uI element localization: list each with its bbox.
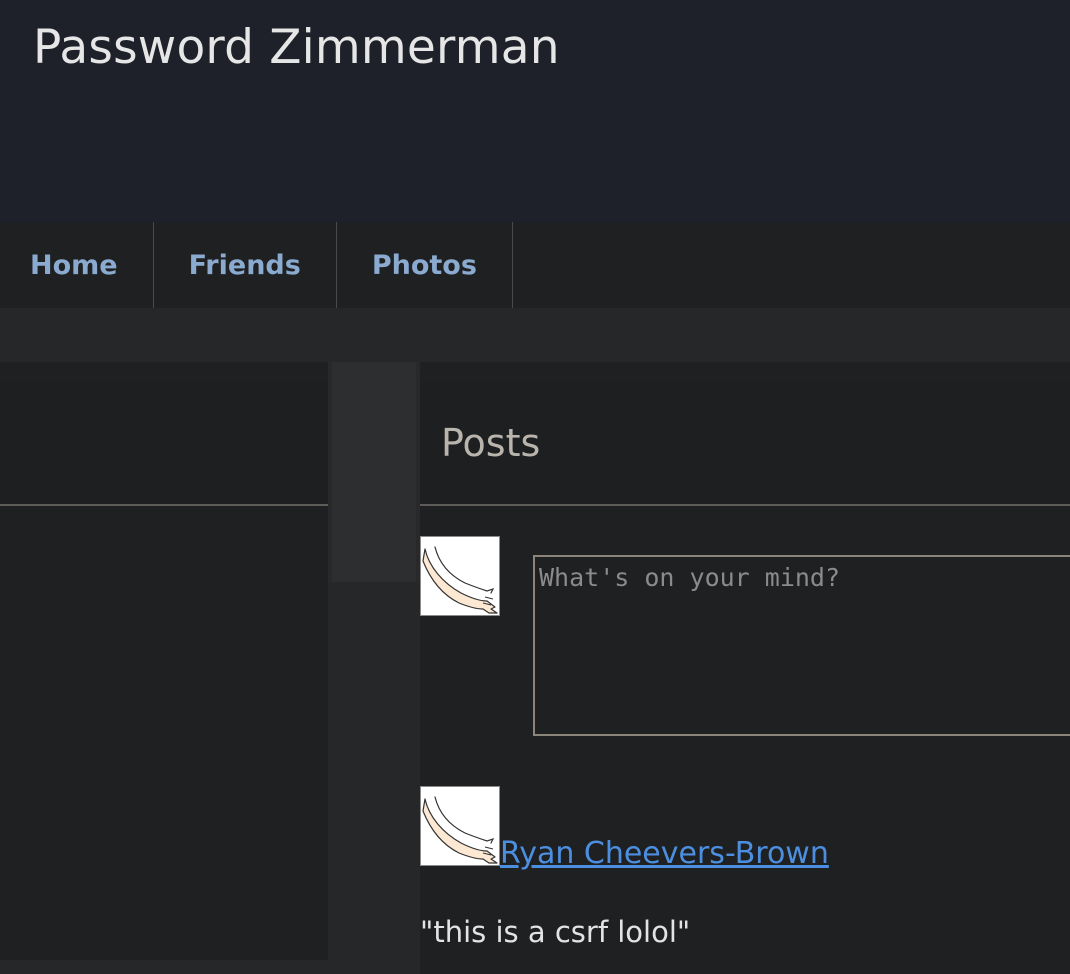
site-header: Password Zimmerman (0, 0, 1070, 222)
left-panel-header (0, 382, 328, 506)
post-author-avatar[interactable] (420, 786, 500, 866)
main-navbar: Home Friends Photos (0, 222, 1070, 308)
arm-drawing-icon (422, 796, 498, 864)
status-compose-input[interactable] (533, 555, 1070, 736)
compose-avatar (420, 536, 500, 616)
post-body-text: "this is a csrf lolol" (420, 915, 691, 949)
posts-panel: Posts Ryan Cheevers-Brown "this is a csr… (420, 362, 1070, 974)
page-spacer-band (0, 308, 1070, 362)
nav-photos-link[interactable]: Photos (337, 222, 513, 308)
arm-drawing-icon (422, 546, 498, 614)
post-author-link[interactable]: Ryan Cheevers-Brown (500, 832, 829, 876)
posts-heading: Posts (441, 421, 541, 465)
nav-home-link[interactable]: Home (0, 222, 154, 308)
column-gutter-inner (332, 362, 416, 582)
left-sidebar-panel (0, 362, 328, 960)
posts-panel-header: Posts (420, 382, 1070, 506)
profile-name-title: Password Zimmerman (33, 20, 560, 75)
nav-friends-link[interactable]: Friends (154, 222, 337, 308)
